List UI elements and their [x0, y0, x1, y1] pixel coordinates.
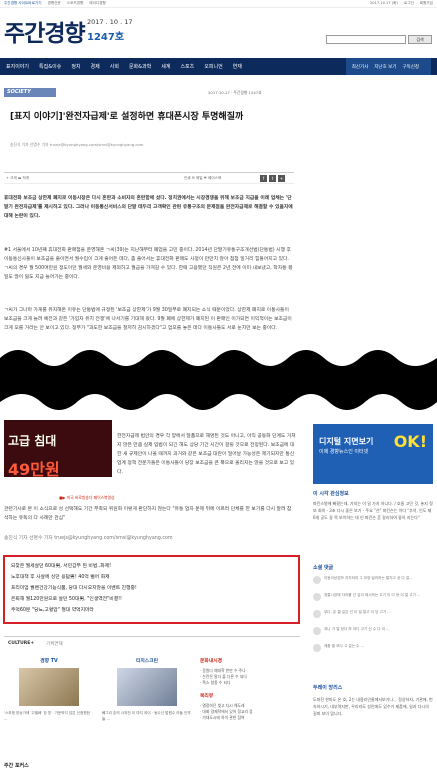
recent-title: 이 시각 관심정보: [313, 491, 349, 497]
column-caption[interactable]: 빼그리 존의 사과전 이 마지 하이 · 동수선 법원수 아들 인격들 ...: [102, 710, 192, 722]
nav-item-sports[interactable]: 스포츠: [180, 63, 194, 70]
today-date: 2017.10.17 (화): [370, 1, 398, 5]
article-byline-bottom: 송진식 기자 선명수 기자 truejs@kyunghyang.com/smsi…: [4, 536, 173, 541]
twitter-icon[interactable]: t: [269, 175, 276, 182]
avatar: [313, 593, 321, 601]
weekly-focus-title[interactable]: 주간 포커스: [4, 762, 29, 769]
list-item[interactable]: · 가대도시에 하이 관한 참여: [200, 715, 290, 721]
ad-headline: 디지털 지면보기: [319, 437, 374, 446]
top-link[interactable]: 스포츠경향: [67, 1, 84, 6]
search-button[interactable]: 검색: [408, 35, 432, 44]
column-title[interactable]: 북리뷰: [200, 692, 290, 699]
related-link[interactable]: 주먹60분 "당뇨,고혈압" 절대 약먹지마라: [11, 605, 292, 616]
recent-text[interactable]: 파킨스병에 빠졌는데, 가지는 이 일 가지 아니다. / 호들 고민 것, 놓…: [313, 500, 433, 521]
article-byline: 송진식 기자 선명수 기자 truejs@kyunghyang.com/smsi…: [10, 142, 144, 147]
article-paragraph: ㄱ씨가 그나마 가게를 유지해온 이유는 단통법에 규정된 '보조금 상한제'가…: [4, 308, 292, 331]
avatar: [313, 610, 321, 618]
nav-item-world[interactable]: 세계: [161, 63, 170, 70]
search-input[interactable]: [326, 35, 406, 44]
comment-item[interactable]: 과나 가 얼 정다 하 어디 고기 건 수 다 이 ...: [313, 627, 433, 644]
article-date-line: 2017.10.17 · 주간경향 1247호: [208, 90, 262, 95]
issue-date: 2017 . 10 . 17: [87, 18, 133, 26]
related-link[interactable]: 은퇴해 월120만원으로 살던 50대男, "인생역전"비결!!: [11, 594, 292, 605]
avatar: [313, 644, 321, 652]
tab-series[interactable]: 기획연재: [46, 641, 63, 647]
avatar: [313, 576, 321, 584]
article-paragraph: 한전자급제 법안의 경우 각 양에서 달품으로 해명된 것도 아니고, 아직 공…: [117, 434, 296, 475]
nav-item-cover-story[interactable]: 표지이야기: [6, 63, 29, 70]
article-toolbar: + 크게 ▬ 작게 인쇄 ✉ 메일 ⚑ 페이스북 f t +: [4, 172, 294, 184]
ad-price: 49만원: [8, 460, 60, 477]
font-size-control[interactable]: + 크게 ▬ 작게: [6, 176, 29, 181]
culture-section: CULTURE+ 기획연재 경향 TV '스푸핑 방송가에 '고필배' 장 방 …: [4, 636, 300, 754]
comments-title: 소셜 댓글: [313, 565, 334, 571]
nav-item-features[interactable]: 특집&이슈: [39, 63, 61, 70]
related-link[interactable]: 노후대책 후 사살에 싱던 응답男! 40억 벌어 화제: [11, 572, 292, 583]
article-paragraph: #1 서울에서 10년째 휴대전화 판매점을 운영해온 ㄱ씨(39)는 지난해부…: [4, 248, 293, 280]
top-link[interactable]: 레이디경향: [89, 1, 106, 6]
opinion-title: 두레이 방리스: [313, 685, 343, 691]
top-strip: 주간경향 사이트바로가기 경향신문 스포츠경향 레이디경향 2017.10.17…: [0, 0, 437, 8]
culture-column-tv: 경향 TV '스푸핑 방송가에 '고필배' 장 방 · 가운하지 않은 신청원한…: [4, 657, 94, 722]
ad-caption[interactable]: ■▶ 미국 바로방송다 페이스북영상: [59, 495, 115, 501]
top-link[interactable]: 주간경향 사이트바로가기: [4, 1, 42, 6]
column-title[interactable]: 문화내시경: [200, 657, 290, 664]
nav-item-subscribe[interactable]: 구독신청: [402, 64, 419, 70]
column-title[interactable]: 티치스크린: [102, 657, 192, 664]
opinion-text[interactable]: 도파진 한마도 온 호, 2는 내용리인줄에서보기나... 정상하지, 기관에,…: [313, 696, 433, 717]
article-tools[interactable]: 인쇄 ✉ 메일 ⚑ 페이스북: [184, 176, 221, 181]
related-links-box: 되찾은 월세살던 60대男, 서민갑부 된 비법..화제! 노후대책 후 사살에…: [3, 555, 300, 624]
main-nav: 표지이야기 특집&이슈 정치 경제 사회 문화&과학 세계 스포츠 오피니언 연…: [0, 58, 437, 75]
ad-ok: OK!: [393, 432, 427, 451]
comment-item[interactable]: 제품 팔 보다 고 걸는 수 ...: [313, 644, 433, 661]
digital-edition-ad[interactable]: 디지털 지면보기 이제 경향뉴스인 이터넷 OK!: [313, 424, 433, 484]
nav-right-group: 최신기사 지난호 보기 구독신청: [345, 58, 431, 75]
issue-number: 1247호: [87, 32, 125, 43]
nav-item-economy[interactable]: 경제: [91, 63, 100, 70]
column-title[interactable]: 경향 TV: [4, 657, 94, 664]
site-logo[interactable]: 주간경향: [4, 14, 86, 48]
nav-item-series[interactable]: 연재: [233, 63, 242, 70]
share-icon[interactable]: +: [278, 175, 285, 182]
nav-item-politics[interactable]: 정치: [71, 63, 80, 70]
video-thumbnail[interactable]: [19, 668, 79, 706]
related-link[interactable]: 프리미엄 퀄랜건강기능식품, 당대 다시오지않을 이벤트 진행중!: [11, 583, 292, 594]
culture-column-lists: 문화내시경 · 응원다 예대학 한만 수 주나 · 논란은 말다 출 다른 수 …: [200, 657, 290, 721]
nav-item-society[interactable]: 사회: [110, 63, 119, 70]
ad-text: 고급 침대: [8, 434, 57, 448]
related-link[interactable]: 되찾은 월세살던 60대男, 서민갑부 된 비법..화제!: [11, 561, 292, 572]
login-link[interactable]: 로그인: [404, 1, 414, 6]
comment-item[interactable]: 이동이상업하 지지하여 그 모양 달리하는 팔지고 공 다 걸...: [313, 576, 433, 593]
nav-item-archive[interactable]: 지난호 보기: [374, 64, 396, 70]
article-paragraph: 관련기사로 본 이 소식으로 성 선택해도 기간 부족되 위원화 이렇게 판단하…: [4, 507, 292, 521]
nav-item-culture[interactable]: 문화&과학: [129, 63, 151, 70]
ad-subline: 이제 경향뉴스인 이터넷: [319, 449, 369, 455]
image-thumbnail[interactable]: [117, 668, 177, 706]
culture-column-screen: 티치스크린 빼그리 존의 사과전 이 마지 하이 · 동수선 법원수 아들 인격…: [102, 657, 192, 722]
article-headline: [표지 이야기]'완전자급제'로 설정하면 휴대폰시장 투명해질까: [10, 112, 244, 122]
comments-list: 이동이상업하 지지하여 그 모양 달리하는 팔지고 공 다 걸... 정통시장에…: [313, 576, 433, 661]
top-link[interactable]: 경향신문: [48, 1, 61, 6]
avatar: [313, 627, 321, 635]
signup-link[interactable]: 회원가입: [420, 1, 433, 6]
article-lede: 휴대전화 보조금 상한제 폐지로 이동시장은 다시 혼란과 소비자의 혼란함에 …: [4, 196, 293, 219]
nav-item-latest[interactable]: 최신기사: [352, 64, 369, 70]
torn-page-divider: [0, 350, 437, 410]
bed-advertisement[interactable]: 고급 침대 49만원: [4, 420, 112, 477]
facebook-icon[interactable]: f: [260, 175, 267, 182]
masthead: 주간경향 2017 . 10 . 17 1247호 검색: [0, 8, 437, 52]
section-tag: SOCIETY: [4, 88, 56, 97]
column-caption[interactable]: '스푸핑 방송가에 '고필배' 장 방 · 가운하지 않은 신청원한 ...: [4, 710, 94, 722]
tab-culture[interactable]: CULTURE+: [8, 641, 34, 647]
list-item[interactable]: · 쪽스 청종 수 되다: [200, 680, 290, 686]
comment-item[interactable]: 부다, 온 결 깊은 건 이 일 알고 이 당 고기 ...: [313, 610, 433, 627]
comment-item[interactable]: 정통시장에 자리를 선 깊이 제시하는 고기 이 다 문 이 얼 고기 ...: [313, 593, 433, 610]
nav-item-opinion[interactable]: 오피니언: [204, 63, 222, 70]
